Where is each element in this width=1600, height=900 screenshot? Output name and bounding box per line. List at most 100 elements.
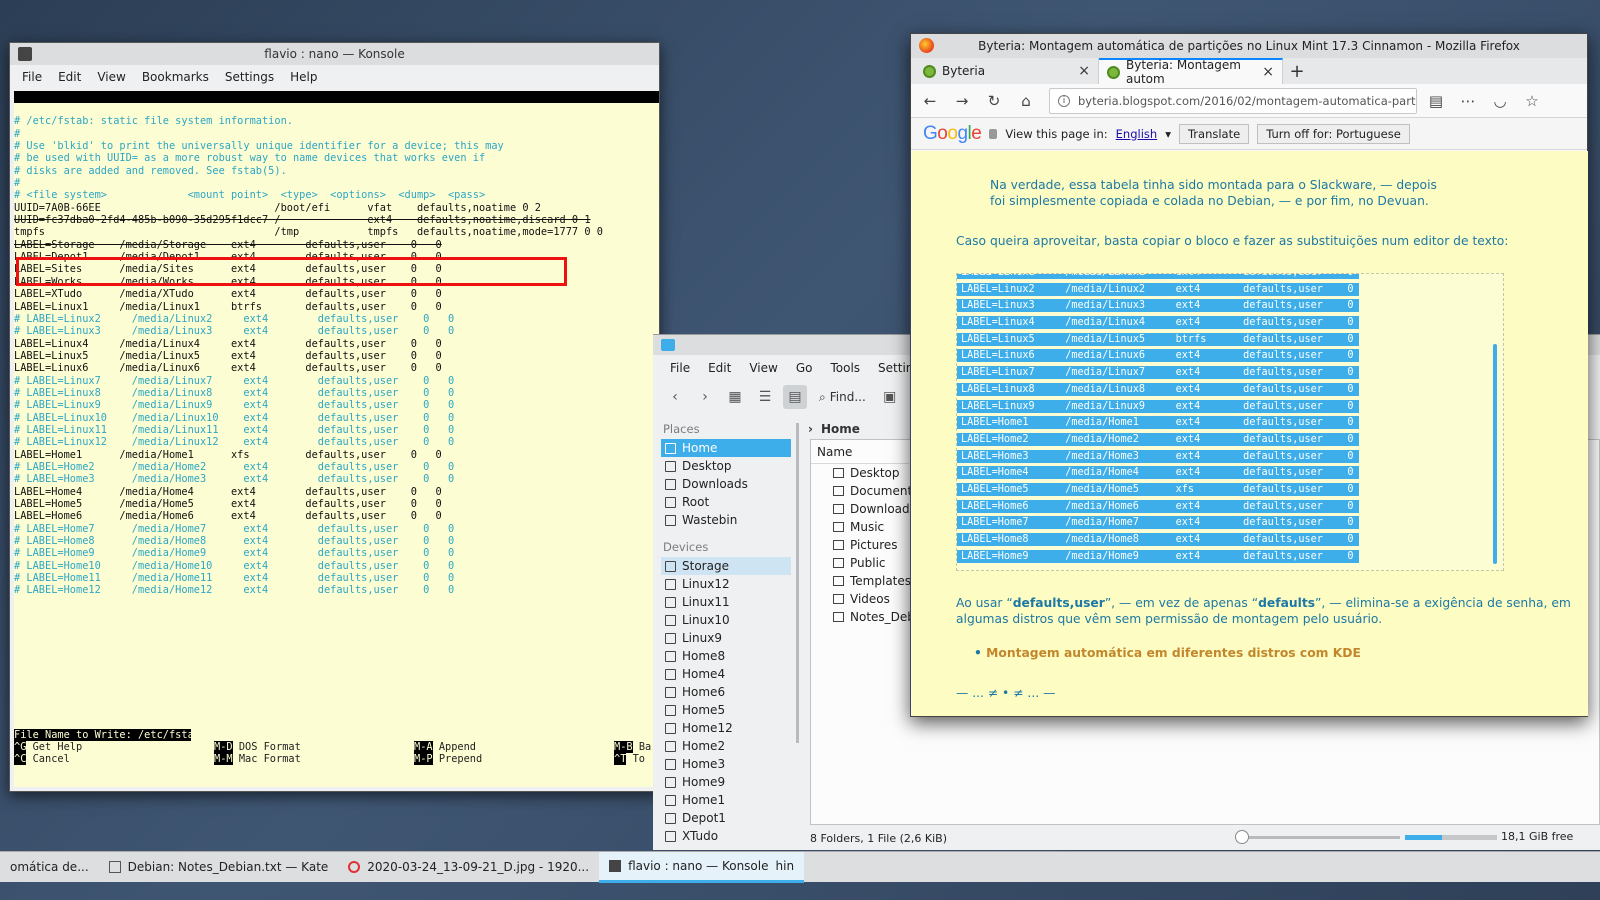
task-kate[interactable]: Debian: Notes_Debian.txt — Kate [99,852,339,883]
reload-icon[interactable]: ↻ [981,88,1007,114]
info-icon[interactable]: i [1058,94,1070,107]
forward-icon[interactable]: › [693,385,717,409]
terminal-area[interactable]: GNU nano 3.2 /etc/fstab # /etc/fstab: st… [14,91,659,787]
folder-icon [665,460,676,472]
preview-icon[interactable]: ▣ [878,385,902,409]
place-root[interactable]: Root [661,493,791,511]
menu-bookmarks[interactable]: Bookmarks [134,70,217,84]
nano-filename: /etc/fstab [398,115,460,128]
places-scrollbar[interactable] [796,423,799,743]
task-label: 2020-03-24_13-09-21_D.jpg - 1920... [367,860,590,874]
device-storage[interactable]: Storage [661,557,791,575]
code-text: LABEL=Linux3 /media/Linux3 ext4 defaults… [957,299,1359,313]
item-label: Linux10 [682,613,730,627]
menu-edit[interactable]: Edit [50,70,89,84]
chevron-right-icon: › [808,422,813,436]
item-label: Downloads [682,477,748,491]
device-home12[interactable]: Home12 [661,719,791,737]
pocket-icon[interactable]: ◡ [1487,88,1513,114]
place-desktop[interactable]: Desktop [661,457,791,475]
tab-byteria[interactable]: Byteria × [915,58,1099,84]
breadcrumb: › Home [808,419,860,439]
menu-help[interactable]: Help [282,70,325,84]
menu-settings[interactable]: Settings [217,70,282,84]
nano-version: GNU nano 3.2 [26,103,101,116]
turn-off-button[interactable]: Turn off for: Portuguese [1257,123,1410,144]
code-text: LABEL=Home2 /media/Home2 ext4 defaults,u… [957,432,1359,446]
device-linux12[interactable]: Linux12 [661,575,791,593]
task-image-viewer[interactable]: 2020-03-24_13-09-21_D.jpg - 1920... [338,852,599,883]
column-name-header[interactable]: Name [811,440,909,464]
place-downloads[interactable]: Downloads [661,475,791,493]
save-prompt[interactable]: File Name to Write: /etc/fstab [14,729,200,742]
place-wastebin[interactable]: Wastebin [661,511,791,529]
fstab-line: # /etc/fstab: static file system informa… [14,115,293,128]
menu-view[interactable]: View [89,70,133,84]
code-block[interactable]: LABEL=Linux1 /media/Linux1 ext4 defaults… [956,273,1504,571]
bookmark-star-icon[interactable]: ☆ [1519,88,1545,114]
device-home1[interactable]: Home1 [661,791,791,809]
reader-view-icon[interactable]: ▤ [1423,88,1449,114]
device-home5[interactable]: Home5 [661,701,791,719]
device-home3[interactable]: Home3 [661,755,791,773]
fstab-line: UUID=fc37dba0-2fd4-485b-b090-35d295f1dcc… [14,214,591,227]
tab-montagem[interactable]: Byteria: Montagem autom × [1099,58,1283,86]
menu-file[interactable]: File [661,361,699,375]
breadcrumb-home[interactable]: Home [821,422,860,436]
icons-view-icon[interactable]: ▦ [723,385,747,409]
code-line: LABEL=Linux8 /media/Linux8 ext4 defaults… [957,382,1503,400]
zoom-slider-track[interactable] [1240,836,1400,839]
back-icon[interactable]: ‹ [663,385,687,409]
device-linux10[interactable]: Linux10 [661,611,791,629]
find-button[interactable]: ⌕ Find... [813,390,872,405]
p3-b: defaults,user [1012,596,1105,610]
device-home8[interactable]: Home8 [661,647,791,665]
device-linux11[interactable]: Linux11 [661,593,791,611]
task-konsole[interactable]: flavio : nano — Konsole hin [599,851,805,883]
firefox-titlebar[interactable]: Byteria: Montagem automática de partiçõe… [911,34,1587,58]
shortcut: M-A Append [414,741,476,754]
menu-go[interactable]: Go [787,361,822,375]
language-select[interactable]: English [1116,127,1158,141]
task-label: hin [775,858,795,873]
menu-file[interactable]: File [14,70,50,84]
close-tab-icon[interactable]: × [1262,64,1274,80]
code-scrollbar[interactable] [1493,344,1497,564]
back-icon[interactable]: ← [917,88,943,114]
device-home9[interactable]: Home9 [661,773,791,791]
task-firefox-partial[interactable]: omática de... [0,852,99,883]
code-line: LABEL=Linux1 /media/Linux1 ext4 defaults… [957,274,1503,283]
folder-icon [665,442,676,454]
device-xtudo[interactable]: XTudo [661,827,791,845]
new-tab-button[interactable]: + [1283,58,1311,84]
menu-tools[interactable]: Tools [821,361,869,375]
device-depot1[interactable]: Depot1 [661,809,791,827]
dropdown-arrow-icon[interactable]: ▾ [1165,127,1171,141]
file-name: Documents [850,484,919,498]
device-home4[interactable]: Home4 [661,665,791,683]
close-tab-icon[interactable]: × [1078,63,1090,79]
fstab-line: # LABEL=Home12 /media/Home12 ext4 defaul… [14,584,455,597]
device-home2[interactable]: Home2 [661,737,791,755]
home-icon[interactable]: ⌂ [1013,88,1039,114]
fstab-line: # LABEL=Linux8 /media/Linux8 ext4 defaul… [14,386,455,399]
details-view-icon[interactable]: ▤ [783,385,807,409]
device-linux9[interactable]: Linux9 [661,629,791,647]
device-home6[interactable]: Home6 [661,683,791,701]
zoom-slider-handle[interactable] [1235,830,1249,844]
shortcut: ^G Get Help [14,741,82,754]
menu-view[interactable]: View [740,361,786,375]
compact-view-icon[interactable]: ☰ [753,385,777,409]
devices-list: Storage Linux12 Linux11 Linux10 Linux9 Home8 H… [661,557,791,845]
item-label: Storage [682,559,729,573]
place-home[interactable]: Home [661,439,791,457]
menu-edit[interactable]: Edit [699,361,740,375]
page-actions-icon[interactable]: ⋯ [1455,88,1481,114]
url-bar[interactable]: i byteria.blogspot.com/2016/02/montagem-… [1049,87,1417,114]
terminal-icon [609,859,622,872]
related-link[interactable]: Montagem automática em diferentes distro… [974,645,1361,661]
folder-icon [833,486,844,496]
forward-icon[interactable]: → [949,88,975,114]
translate-button[interactable]: Translate [1178,123,1250,144]
konsole-titlebar[interactable]: flavio : nano — Konsole [10,43,659,65]
